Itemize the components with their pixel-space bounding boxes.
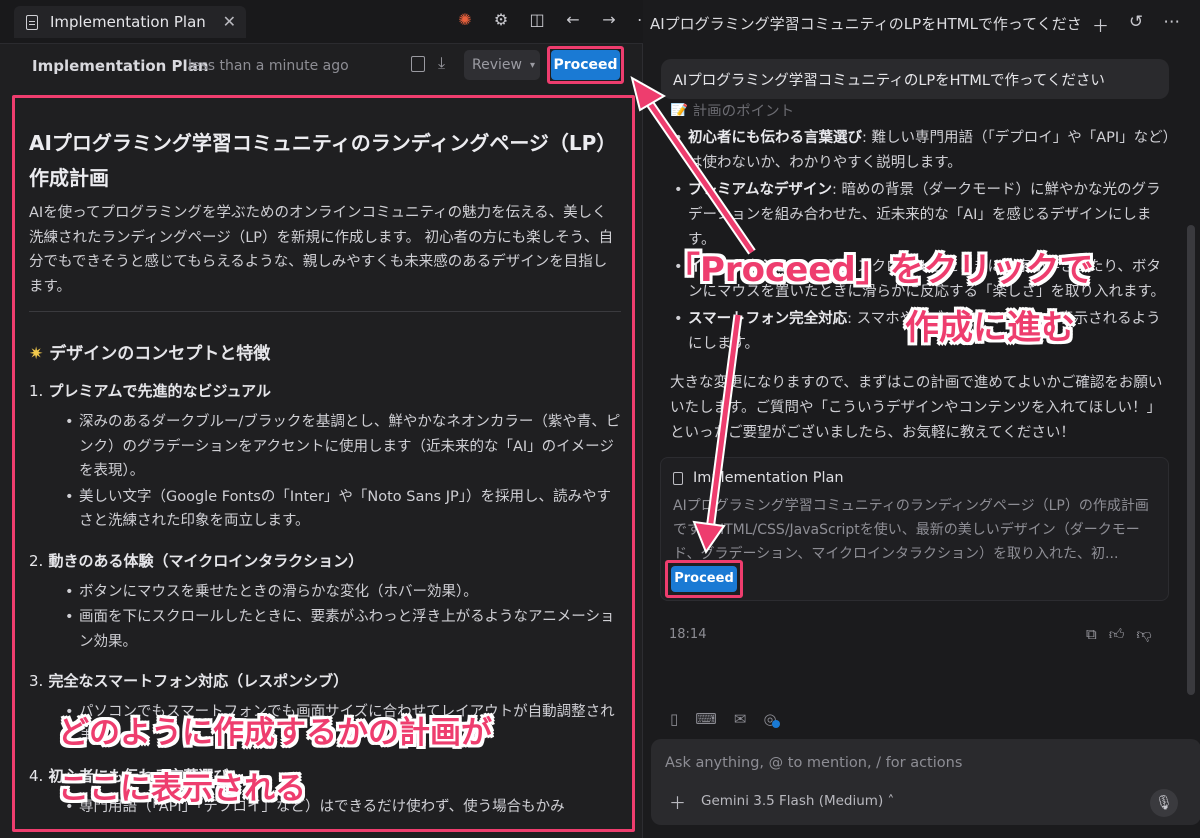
add-icon[interactable]: ＋ (669, 789, 686, 814)
copy-icon[interactable]: ⧉ (1086, 625, 1097, 644)
section-title: 1. プレミアムで先進的なビジュアル (29, 382, 271, 400)
chat-input[interactable]: Ask anything, @ to mention, / for action… (665, 755, 962, 771)
tab-implementation-plan[interactable]: Implementation Plan ✕ (14, 6, 246, 38)
thumbs-up-icon[interactable]: 👍︎ (1109, 625, 1125, 644)
section-title: 2. 動きのある体験（マイクロインタラクション） (29, 551, 364, 570)
bullet-list: ボタンにマウスを乗せたときの滑らかな変化（ホバー効果）。 画面を下にスクロールし… (29, 580, 621, 655)
plan-card-description: AIプログラミング学習コミュニティのランディングページ（LP）の作成計画です。H… (673, 498, 1149, 562)
list-item: 美しい文字（Google Fontsの「Inter」や「Noto Sans JP… (65, 485, 621, 534)
callout-click-proceed: 「Proceed」をクリックで (666, 250, 1094, 290)
document-icon (673, 471, 683, 485)
copy-icon[interactable] (411, 56, 425, 72)
plan-header: Implementation Plan less than a minute a… (0, 44, 643, 90)
file-icon[interactable]: ▯ (670, 710, 678, 728)
plan-intro: AIを使ってプログラミングを学ぶためのオンラインコミュニティの魅力を伝える、美し… (29, 201, 621, 312)
list-item: 初心者にも伝わる言葉選び: 難しい専門用語（「デプロイ」や「API」など）は使わ… (674, 126, 1170, 176)
scrollbar[interactable] (1187, 225, 1195, 695)
download-icon[interactable]: ⤓ (438, 53, 445, 73)
chevron-down-icon: ▾ (529, 59, 535, 71)
history-icon[interactable]: ↺ (1129, 12, 1143, 37)
bullet-list: 深みのあるダークブルー/ブラックを基調とし、鮮やかなネオンカラー（紫や青、ピンク… (29, 410, 621, 534)
tab-label: Implementation Plan (50, 13, 206, 31)
microphone-icon[interactable]: 🎙︎ (1150, 789, 1178, 817)
callout-plan-shown: どのように作成するかの計画が (58, 715, 492, 751)
assistant-paragraph: 大きな変更になりますので、まずはこの計画で進めてよいかご確認をお願いいたします。… (670, 375, 1163, 441)
openai-icon[interactable]: ⚙ (492, 11, 510, 29)
sparkle-icon: ✷ (29, 344, 44, 364)
chat-title: AIプログラミング学習コミュニティのLPをHTMLで作ってください (650, 15, 1080, 33)
back-arrow-icon[interactable]: ← (564, 11, 582, 29)
model-selector[interactable]: Gemini 3.5 Flash (Medium) ˄ (701, 793, 894, 809)
chat-composer[interactable]: Ask anything, @ to mention, / for action… (651, 739, 1200, 825)
callout-shown-here: ここに表示される (58, 771, 306, 807)
user-message: AIプログラミング学習コミュニティのLPをHTMLで作ってください (661, 59, 1169, 99)
notification-dot (772, 720, 780, 728)
list-item: ボタンにマウスを乗せたときの滑らかな変化（ホバー効果）。 (65, 580, 621, 605)
thumbs-down-icon[interactable]: 👎︎ (1136, 625, 1151, 644)
message-timestamp: 18:14 (669, 627, 707, 642)
plan-timestamp: less than a minute ago (188, 58, 349, 74)
plus-icon[interactable]: ＋ (1092, 12, 1109, 37)
forward-arrow-icon[interactable]: → (600, 11, 618, 29)
card-proceed-button[interactable]: Proceed (671, 566, 737, 592)
inbox-icon[interactable]: ✉ (734, 710, 747, 728)
plan-card-title: Implementation Plan (673, 470, 844, 486)
close-icon[interactable]: ✕ (223, 12, 236, 31)
left-tab-bar: Implementation Plan ✕ ✺ ⚙ ◫ ← → ⋯ (0, 0, 653, 44)
plan-title: AIプログラミング学習コミュニティのランディングページ（LP）作成計画 (29, 131, 617, 190)
chat-pane: AIプログラミング学習コミュニティのLPをHTMLで作ってください ＋ ↺ ⋯ … (644, 0, 1200, 838)
list-item: 画面を下にスクロールしたときに、要素がふわっと浮き上がるようなアニメーション効果… (65, 605, 621, 654)
section-title: 3. 完全なスマートフォン対応（レスポンシブ） (29, 672, 349, 690)
split-view-icon[interactable]: ◫ (528, 11, 546, 29)
document-icon (26, 14, 38, 30)
terminal-icon[interactable]: ⌨ (695, 710, 717, 728)
partially-hidden-heading: 📝 計画のポイント (670, 104, 795, 116)
review-dropdown[interactable]: Review ▾ (464, 50, 540, 80)
chat-header: AIプログラミング学習コミュニティのLPをHTMLで作ってください ＋ ↺ ⋯ (644, 0, 1200, 44)
concept-heading: ✷ デザインのコンセプトと特徴 (29, 339, 621, 364)
review-label: Review (472, 57, 522, 73)
sparkle-icon[interactable]: ✺ (456, 11, 474, 29)
list-item: 深みのあるダークブルー/ブラックを基調とし、鮮やかなネオンカラー（紫や青、ピンク… (65, 410, 621, 484)
callout-proceed-create: 作成に進む (905, 308, 1075, 348)
more-icon[interactable]: ⋯ (1163, 12, 1180, 37)
concept-heading-text: デザインのコンセプトと特徴 (49, 344, 271, 364)
plan-header-title: Implementation Plan (32, 57, 209, 75)
proceed-button[interactable]: Proceed (551, 50, 620, 80)
